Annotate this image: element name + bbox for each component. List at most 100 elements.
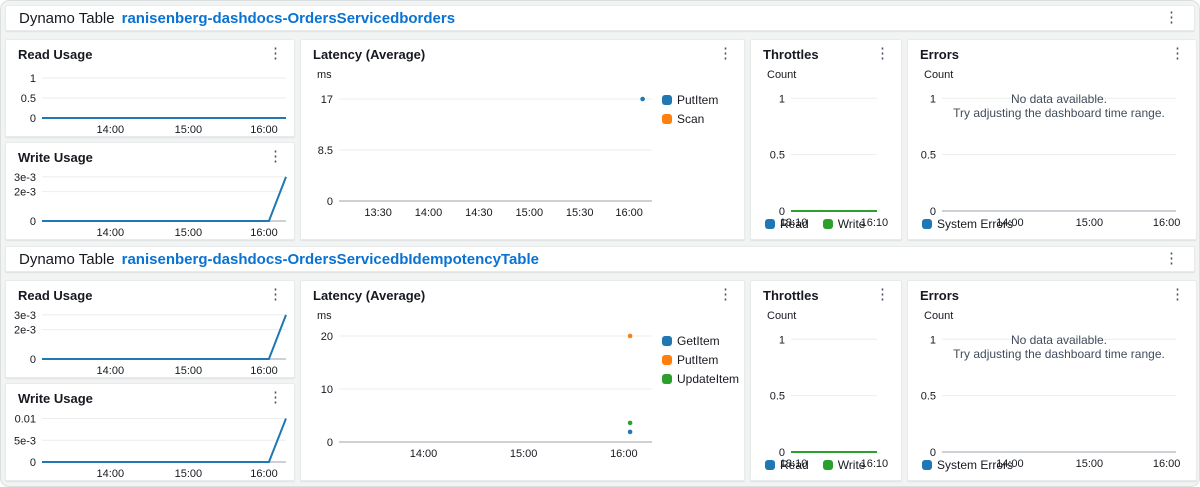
legend-item[interactable]: Write: [823, 458, 866, 472]
svg-text:16:00: 16:00: [615, 207, 643, 219]
section-title-prefix: Dynamo Table: [19, 251, 115, 268]
read-usage-chart: 10.5014:0015:0016:00: [6, 62, 294, 136]
legend-item[interactable]: PutItem: [662, 93, 744, 107]
throttles-chart: 10.5013:1016:10: [751, 322, 901, 456]
write-usage-chart: 0.015e-3014:0015:0016:00: [6, 406, 294, 480]
section-title-prefix: Dynamo Table: [19, 10, 115, 27]
kebab-menu-icon[interactable]: ⋮: [870, 47, 895, 61]
write-usage-panel: Write Usage ⋮ 0.015e-3014:0015:0016:00: [5, 383, 295, 481]
legend-item[interactable]: GetItem: [662, 334, 744, 348]
svg-text:0.5: 0.5: [770, 150, 785, 162]
svg-text:14:00: 14:00: [97, 468, 125, 480]
read-usage-panel: Read Usage ⋮ 3e-32e-3014:0015:0016:00: [5, 280, 295, 378]
legend-marker-icon: [662, 374, 672, 384]
svg-text:1: 1: [930, 93, 936, 105]
y-axis-unit-label: ms: [301, 303, 744, 322]
chart-legend: Read Write: [751, 456, 901, 480]
kebab-menu-icon[interactable]: ⋮: [263, 288, 288, 302]
errors-chart: 10.5014:0015:0016:00No data available.Tr…: [908, 322, 1196, 456]
svg-text:15:00: 15:00: [175, 124, 203, 136]
chart-legend: Read Write: [751, 215, 901, 239]
svg-text:0: 0: [30, 216, 36, 228]
table-name-link[interactable]: ranisenberg-dashdocs-OrdersServicedborde…: [122, 10, 455, 27]
svg-text:14:00: 14:00: [97, 227, 125, 239]
legend-label: PutItem: [677, 93, 718, 107]
read-usage-chart: 3e-32e-3014:0015:0016:00: [6, 303, 294, 377]
svg-text:1: 1: [779, 334, 785, 346]
y-axis-unit-label: ms: [301, 62, 744, 81]
legend-item[interactable]: Scan: [662, 112, 744, 126]
kebab-menu-icon[interactable]: ⋮: [1159, 252, 1184, 266]
legend-item[interactable]: System Errors: [922, 458, 1013, 472]
svg-text:3e-3: 3e-3: [14, 172, 36, 184]
svg-text:3e-3: 3e-3: [14, 310, 36, 322]
legend-marker-icon: [662, 95, 672, 105]
legend-marker-icon: [662, 336, 672, 346]
kebab-menu-icon[interactable]: ⋮: [1159, 11, 1184, 25]
svg-text:16:00: 16:00: [250, 124, 278, 136]
panel-title: Latency (Average): [313, 288, 425, 303]
legend-item[interactable]: Read: [765, 458, 809, 472]
write-usage-panel: Write Usage ⋮ 3e-3 2e-3 0 14:00 15:00 16:00: [5, 142, 295, 240]
svg-text:15:00: 15:00: [516, 207, 544, 219]
errors-chart: 10.5014:0015:0016:00No data available.Tr…: [908, 81, 1196, 215]
kebab-menu-icon[interactable]: ⋮: [713, 47, 738, 61]
legend-label: System Errors: [937, 458, 1013, 472]
y-axis-unit-label: Count: [908, 62, 1196, 81]
latency-chart: 2010014:0015:0016:00: [301, 322, 662, 460]
latency-panel: Latency (Average) ⋮ ms 178.5013:3014:001…: [300, 39, 745, 240]
legend-label: Read: [780, 217, 809, 231]
chart-legend: System Errors: [908, 215, 1196, 239]
svg-text:17: 17: [321, 94, 333, 106]
kebab-menu-icon[interactable]: ⋮: [870, 288, 895, 302]
svg-text:15:00: 15:00: [510, 448, 538, 460]
svg-text:16:00: 16:00: [250, 227, 278, 239]
svg-text:14:00: 14:00: [415, 207, 443, 219]
cloudwatch-dashboard: Dynamo Table ranisenberg-dashdocs-Orders…: [0, 0, 1200, 487]
y-axis-unit-label: Count: [908, 303, 1196, 322]
dynamo-table-section-2: Dynamo Table ranisenberg-dashdocs-Orders…: [5, 246, 1195, 481]
legend-item[interactable]: Read: [765, 217, 809, 231]
kebab-menu-icon[interactable]: ⋮: [1165, 47, 1190, 61]
svg-text:16:00: 16:00: [250, 365, 278, 377]
throttles-panel: Throttles ⋮ Count 10.5013:1016:10 ReadWr…: [750, 39, 902, 240]
legend-marker-icon: [823, 219, 833, 229]
kebab-menu-icon[interactable]: ⋮: [1165, 288, 1190, 302]
svg-text:13:30: 13:30: [364, 207, 392, 219]
legend-marker-icon: [765, 219, 775, 229]
table-name-link[interactable]: ranisenberg-dashdocs-OrdersServicedbIdem…: [122, 251, 539, 268]
kebab-menu-icon[interactable]: ⋮: [713, 288, 738, 302]
chart-legend: System Errors: [908, 456, 1196, 480]
svg-text:1: 1: [30, 73, 36, 85]
kebab-menu-icon[interactable]: ⋮: [263, 391, 288, 405]
panel-title: Write Usage: [18, 391, 93, 406]
legend-item[interactable]: System Errors: [922, 217, 1013, 231]
usage-column: Read Usage ⋮ 3e-32e-3014:0015:0016:00 Wr…: [5, 280, 295, 481]
legend-marker-icon: [662, 114, 672, 124]
panel-title: Throttles: [763, 288, 819, 303]
svg-text:No data available.: No data available.: [1011, 92, 1107, 106]
svg-text:8.5: 8.5: [318, 145, 333, 157]
chart-legend: PutItem Scan: [662, 81, 744, 219]
kebab-menu-icon[interactable]: ⋮: [263, 150, 288, 164]
svg-text:14:30: 14:30: [465, 207, 493, 219]
legend-item[interactable]: PutItem: [662, 353, 744, 367]
legend-marker-icon: [765, 460, 775, 470]
kebab-menu-icon[interactable]: ⋮: [263, 47, 288, 61]
svg-text:2e-3: 2e-3: [14, 187, 36, 199]
panel-title: Write Usage: [18, 150, 93, 165]
section-header: Dynamo Table ranisenberg-dashdocs-Orders…: [5, 246, 1195, 272]
svg-text:0.5: 0.5: [21, 93, 36, 105]
panel-title: Latency (Average): [313, 47, 425, 62]
legend-item[interactable]: UpdateItem: [662, 372, 744, 386]
legend-marker-icon: [662, 355, 672, 365]
svg-text:10: 10: [321, 384, 333, 396]
svg-text:15:00: 15:00: [175, 365, 203, 377]
legend-label: UpdateItem: [677, 372, 739, 386]
panel-title: Throttles: [763, 47, 819, 62]
errors-panel: Errors ⋮ Count 10.5014:0015:0016:00No da…: [907, 39, 1197, 240]
svg-text:15:00: 15:00: [175, 227, 203, 239]
svg-text:0.5: 0.5: [921, 391, 936, 403]
svg-text:0: 0: [30, 113, 36, 125]
legend-item[interactable]: Write: [823, 217, 866, 231]
